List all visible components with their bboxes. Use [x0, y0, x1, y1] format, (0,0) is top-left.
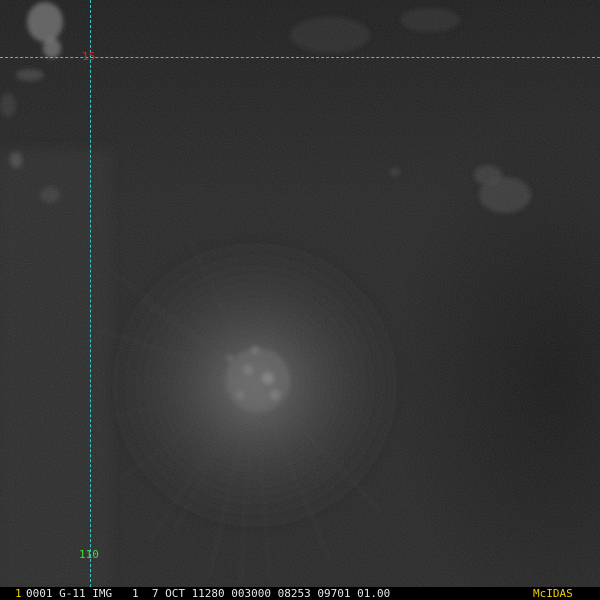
image-metadata-text: 0001 G-11 IMG 1 7 OCT 11280 003000 08253…: [26, 587, 391, 600]
satellite-image-viewer: 15 110 1 0001 G-11 IMG 1 7 OCT 11280 003…: [0, 0, 600, 600]
latitude-label: 15: [82, 50, 96, 63]
longitude-grid-line: [90, 0, 91, 587]
mcidas-label: McIDAS: [533, 587, 573, 600]
status-bar: 1 0001 G-11 IMG 1 7 OCT 11280 003000 082…: [0, 587, 600, 600]
frame-number: 1: [15, 587, 22, 600]
longitude-label: 110: [79, 548, 99, 561]
